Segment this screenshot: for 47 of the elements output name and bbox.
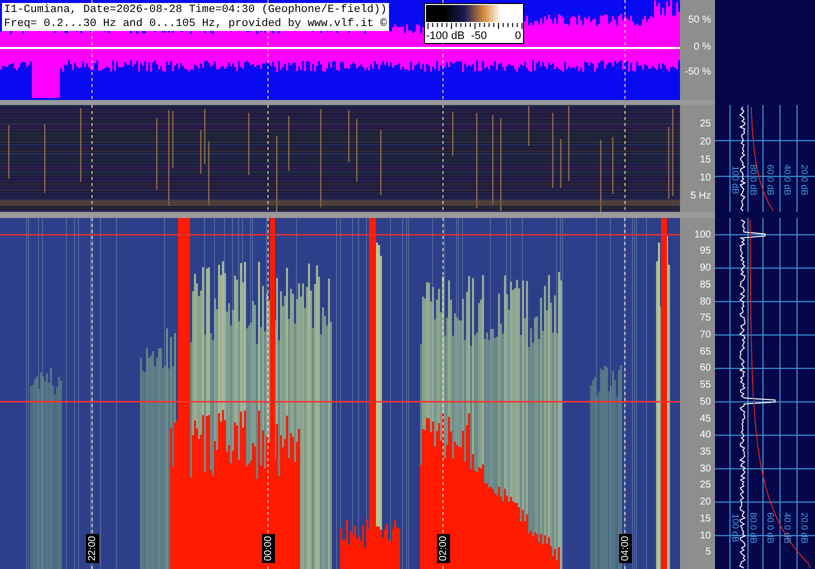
axis-label: 70 — [700, 330, 711, 340]
scale-label: 0 — [515, 30, 522, 42]
scale-label: 20.0 dB — [800, 164, 810, 196]
axis-label: 85 — [700, 279, 711, 290]
axis-label: 15 — [700, 154, 711, 166]
scale-label: 100 dB — [730, 166, 740, 194]
axis-label: 65 — [700, 346, 711, 358]
time-label: 04:00 — [619, 534, 632, 564]
scale-label: 80.0 dB — [748, 512, 759, 544]
axis-label: 100 — [694, 229, 711, 240]
axis-label: 10 — [700, 530, 711, 542]
axis-label: 45 — [700, 413, 711, 424]
scale-label: -50 — [471, 30, 487, 42]
axis-label: 55 — [700, 380, 711, 391]
caption-text: Freq= 0.2...30 Hz and 0...105 Hz, provided by www.vlf.it © — [4, 17, 387, 31]
axis-label: 20 — [700, 496, 711, 508]
scale-label: 60.0 dB — [766, 164, 776, 196]
axis-label: 10 — [700, 172, 711, 184]
axis-label: 0 % — [694, 42, 711, 52]
axis-label: 5 Hz — [690, 190, 711, 202]
scale-label: 60.0 dB — [766, 512, 776, 544]
axis-label: 40 — [700, 430, 711, 441]
axis-label: 25 — [700, 480, 711, 491]
axis-label: 30 — [700, 463, 711, 474]
axis-label: -50 % — [684, 66, 711, 78]
axis-label: 5 — [705, 546, 711, 558]
time-label: 00:00 — [262, 534, 276, 564]
axis-label: 50 — [700, 396, 711, 408]
axis-label: 80 — [700, 296, 711, 308]
caption-text: I1-Cumiana, Date=2026-08-28 Time=04:30 (Geophone/E-field)) — [4, 3, 387, 17]
axis-label: 35 — [700, 446, 711, 458]
scale-label: 80.0 dB — [748, 164, 759, 196]
axis-label: 90 — [700, 262, 711, 274]
axis-label: 95 — [700, 246, 711, 257]
time-label: 22:00 — [86, 534, 100, 564]
scale-label: 20.0 dB — [800, 512, 810, 544]
scale-label: 100 dB — [730, 514, 740, 542]
axis-label: 20 — [700, 136, 711, 148]
axis-label: 75 — [700, 312, 711, 324]
scale-label: -100 dB — [426, 30, 465, 42]
axis-label: 15 — [700, 513, 711, 524]
axis-label: 25 — [700, 118, 711, 130]
axis-label: 60 — [700, 362, 711, 374]
scale-label: 40.0 dB — [782, 164, 793, 196]
scale-label: 40.0 dB — [782, 512, 793, 544]
axis-label: 50 % — [688, 14, 711, 26]
time-label: 02:00 — [437, 534, 450, 564]
